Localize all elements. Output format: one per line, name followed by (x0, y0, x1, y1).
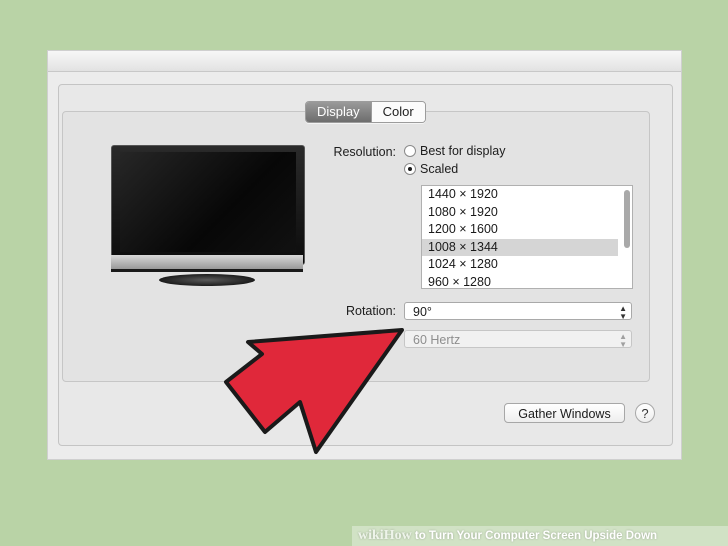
footer-caption: wikiHow to Turn Your Computer Screen Ups… (352, 526, 728, 546)
red-arrow-shape (224, 328, 404, 454)
footer-title: to Turn Your Computer Screen Upside Down (411, 530, 658, 542)
footer-wiki: wiki (358, 528, 384, 543)
tab-display[interactable]: Display (306, 102, 371, 122)
red-arrow-icon (224, 328, 404, 454)
tab-bar: Display Color (305, 101, 426, 123)
tab-color[interactable]: Color (370, 102, 425, 122)
footer-how: How (383, 528, 412, 543)
